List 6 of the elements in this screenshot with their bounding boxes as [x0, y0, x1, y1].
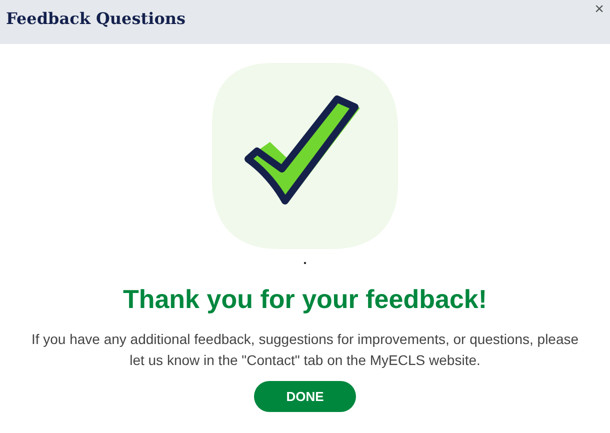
thank-you-heading: Thank you for your feedback!: [122, 284, 488, 315]
dot-mark: [304, 262, 306, 264]
close-button[interactable]: ×: [594, 2, 604, 18]
done-button[interactable]: DONE: [254, 381, 356, 412]
dialog-title: Feedback Questions: [6, 9, 186, 28]
message-text: If you have any additional feedback, suggestions for improvements, or questions, please let us know in the "Contact" tab on the MyECLS website.: [30, 330, 580, 370]
